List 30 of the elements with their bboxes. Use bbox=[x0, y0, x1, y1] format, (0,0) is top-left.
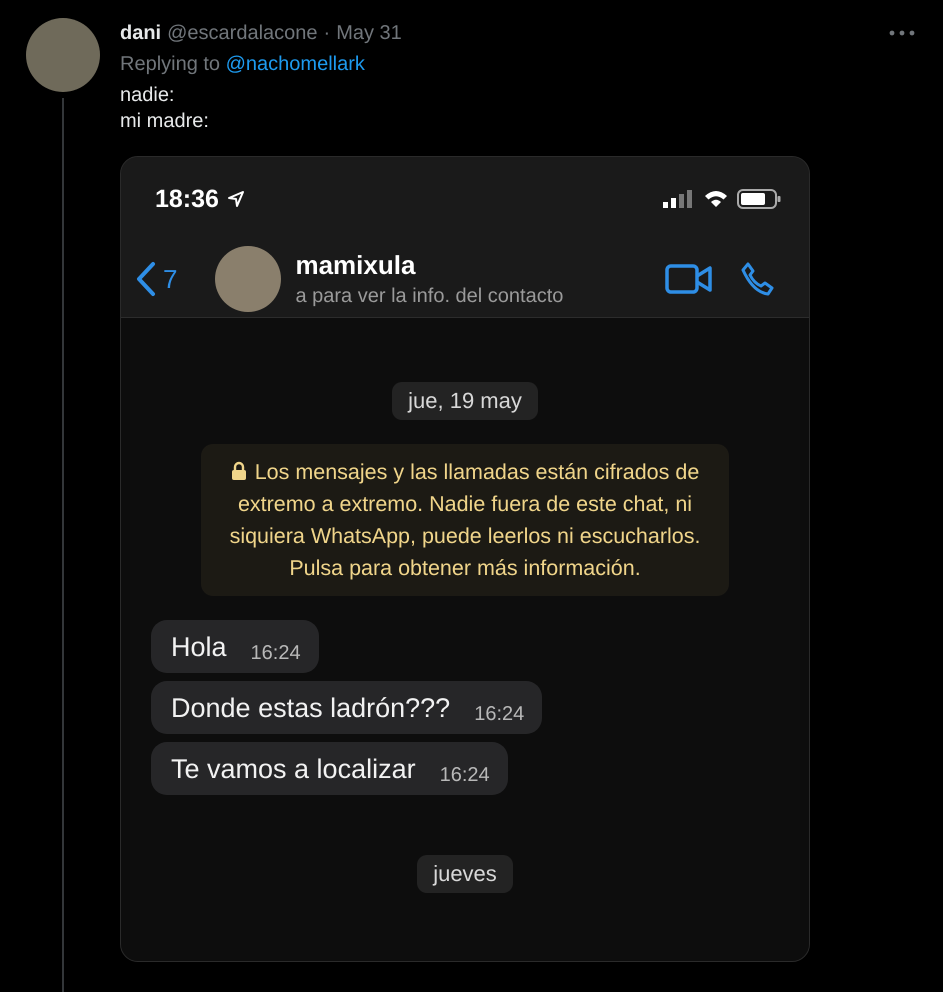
mention-link[interactable]: @nachomellark bbox=[226, 53, 365, 75]
phone-icon[interactable] bbox=[739, 261, 775, 297]
reply-label: Replying to bbox=[120, 53, 220, 75]
encryption-notice[interactable]: Los mensajes y las llamadas están cifrados de extremo a extremo. Nadie fuera de este chat, ni siquiera WhatsApp, puede leerlos ni escucharlos. Pulsa para obtener más información. bbox=[201, 444, 729, 596]
status-time: 18:36 bbox=[155, 184, 219, 214]
more-options-icon[interactable] bbox=[889, 30, 915, 36]
message-time: 16:24 bbox=[474, 703, 524, 726]
message-text: Donde estas ladrón??? bbox=[171, 693, 450, 724]
user-handle[interactable]: @escardalacone bbox=[167, 22, 318, 45]
lock-icon bbox=[230, 461, 247, 481]
message-text: Hola bbox=[171, 632, 227, 663]
location-arrow-icon bbox=[226, 190, 245, 208]
signal-icon bbox=[663, 190, 693, 208]
separator: · bbox=[324, 22, 330, 45]
contact-subtitle[interactable]: a para ver la info. del contacto bbox=[295, 285, 564, 308]
tweet-text-line: nadie: bbox=[120, 83, 176, 108]
contact-name[interactable]: mamixula bbox=[295, 250, 564, 281]
message-text: Te vamos a localizar bbox=[171, 754, 416, 785]
battery-icon bbox=[737, 189, 781, 209]
video-call-icon[interactable] bbox=[665, 263, 713, 295]
day-chip: jueves bbox=[417, 855, 513, 893]
tweet-date[interactable]: May 31 bbox=[336, 22, 402, 45]
wifi-icon bbox=[703, 189, 729, 209]
message-time: 16:24 bbox=[440, 764, 490, 787]
back-chevron-icon[interactable] bbox=[135, 261, 157, 297]
user-name[interactable]: dani bbox=[120, 22, 162, 45]
tweet-text-line: mi madre: bbox=[120, 109, 210, 134]
unread-count[interactable]: 7 bbox=[163, 264, 178, 294]
message-time: 16:24 bbox=[250, 642, 301, 665]
date-chip: jue, 19 may bbox=[392, 382, 538, 420]
